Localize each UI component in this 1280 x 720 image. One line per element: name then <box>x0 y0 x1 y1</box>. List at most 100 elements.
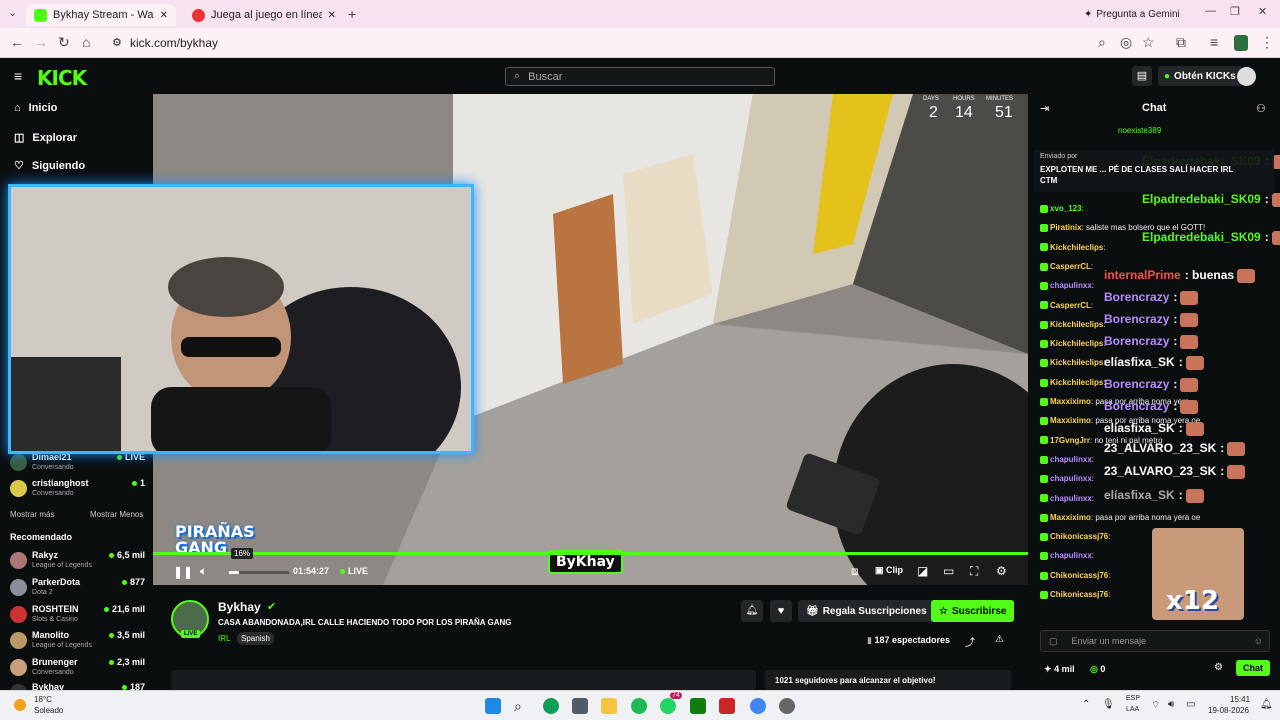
reading-list-icon[interactable]: ≡ <box>1210 34 1218 50</box>
recommended-channel[interactable]: ROSHTEIN Slots & Casino 21,6 mil <box>10 604 145 630</box>
chat-username[interactable]: chapulinxx <box>1050 551 1092 560</box>
clip-button[interactable]: ▣ Clip <box>875 565 903 576</box>
profile-icon[interactable] <box>1234 35 1248 51</box>
settings-app-icon[interactable] <box>779 698 795 714</box>
notification-bell-icon[interactable]: 🔔︎ <box>741 600 763 622</box>
eye-off-icon[interactable]: ◎ <box>1120 34 1132 51</box>
chat-username[interactable]: xvo_123 <box>1050 204 1082 213</box>
snipping-icon[interactable] <box>719 698 735 714</box>
clock-time[interactable]: 15:41 <box>1230 695 1250 704</box>
chat-username[interactable]: Piratinix <box>1050 223 1082 232</box>
chat-username[interactable]: Chikonicassj76 <box>1050 571 1108 580</box>
chat-username[interactable]: Kickchileclips <box>1050 339 1103 348</box>
chat-username[interactable]: Kickchileclips <box>1050 358 1103 367</box>
fullscreen-icon[interactable]: ⛶ <box>970 564 978 579</box>
xbox-icon[interactable] <box>690 698 706 714</box>
chrome-icon[interactable] <box>750 698 766 714</box>
menu-dots-icon[interactable]: ⋮ <box>1260 34 1274 51</box>
edge-icon[interactable] <box>543 698 559 714</box>
chat-message-input[interactable]: ▢ Enviar un mensaje ☺ <box>1040 630 1270 652</box>
tab-kick[interactable]: Bykhay Stream - Watch Live ✕ <box>26 4 176 26</box>
network-icon[interactable]: ⌔ <box>1151 699 1160 712</box>
miniplayer-icon[interactable]: ⧈ <box>851 564 859 579</box>
site-info-icon[interactable]: ⚙ <box>112 36 122 49</box>
following-channel[interactable]: cristianghost Conversando 1 <box>10 478 145 504</box>
sidebar-item-inicio[interactable]: ⌂ Inicio <box>14 102 57 114</box>
chat-username[interactable]: Kickchileclips <box>1050 243 1103 252</box>
speaker-icon[interactable]: 🔊︎ <box>1168 699 1174 710</box>
gift-subs-button[interactable]: 🎁︎ Regala Suscripciones <box>798 600 935 622</box>
zoom-icon[interactable]: ⌕ <box>1098 34 1106 51</box>
language-tag[interactable]: Spanish <box>237 632 274 645</box>
tray-chevron-icon[interactable]: ⌃ <box>1082 699 1090 710</box>
chat-username[interactable]: CasperrCL <box>1050 262 1091 271</box>
store-icon[interactable] <box>572 698 588 714</box>
quality-icon[interactable]: ◪ <box>917 564 928 578</box>
forward-icon[interactable]: → <box>34 34 48 50</box>
star-icon[interactable]: ☆ <box>1142 34 1155 51</box>
volume-icon[interactable]: 🔈︎ <box>200 564 207 579</box>
settings-icon[interactable]: ⚙ <box>996 564 1007 578</box>
sidebar-item-siguiendo[interactable]: ♡ Siguiendo <box>14 159 85 173</box>
recommended-channel[interactable]: Brunenger Conversando 2,3 mil <box>10 657 145 683</box>
stream-category[interactable]: IRL <box>218 634 230 643</box>
recommended-channel[interactable]: Manolito League of Legends 3,5 mil <box>10 630 145 656</box>
send-chat-button[interactable]: Chat <box>1236 660 1270 676</box>
extensions-icon[interactable]: ⧉ <box>1176 34 1186 51</box>
home-icon[interactable]: ⌂ <box>82 34 90 50</box>
share-icon[interactable]: ⤴ <box>965 634 975 649</box>
follow-heart-icon[interactable]: ♥ <box>770 600 792 622</box>
whatsapp-icon[interactable] <box>660 698 676 714</box>
chat-username[interactable]: CasperrCL <box>1050 301 1091 310</box>
microphone-icon[interactable]: 🎙︎ <box>1102 699 1115 710</box>
subscribe-button[interactable]: ☆ Suscribirse <box>931 600 1015 622</box>
report-icon[interactable]: ⚠ <box>995 634 1004 645</box>
recommended-channel[interactable]: ParkerDota Dota 2 877 <box>10 577 145 603</box>
minimize-icon[interactable]: — <box>1205 5 1216 17</box>
recommended-channel[interactable]: Rakyz League of Legends 6,5 mil <box>10 550 145 576</box>
gemini-button[interactable]: ✦ Pregunta a Gemini <box>1076 5 1188 23</box>
tab-game[interactable]: Juega al juego en línea Big Bas... ✕ <box>184 4 344 26</box>
hamburger-icon[interactable]: ≡ <box>14 68 22 84</box>
chat-username[interactable]: Maxxiximo <box>1050 397 1091 406</box>
emoji-icon[interactable]: ☺ <box>1254 636 1263 646</box>
pause-icon[interactable]: ❚❚ <box>173 565 193 579</box>
tab-list-icon[interactable]: ⌄ <box>8 6 17 19</box>
search-icon[interactable]: ⌕ <box>514 698 530 714</box>
chat-username[interactable]: Kickchileclips <box>1050 378 1103 387</box>
folder-icon[interactable] <box>601 698 617 714</box>
notifications-icon[interactable]: 🔔︎ <box>1260 699 1273 710</box>
show-less-link[interactable]: Mostrar Menos <box>90 510 143 519</box>
get-kicks-button[interactable]: ● Obtén KICKs <box>1158 66 1242 86</box>
following-channel[interactable]: Dimael21 Conversando LIVE <box>10 452 145 478</box>
close-icon[interactable]: ✕ <box>328 10 336 21</box>
streamer-name[interactable]: Bykhay <box>218 600 261 614</box>
back-icon[interactable]: ← <box>10 34 24 50</box>
chat-username[interactable]: Maxxiximo <box>1050 416 1091 425</box>
theater-icon[interactable]: ▭ <box>943 564 954 578</box>
chat-username[interactable]: chapulinxx <box>1050 281 1092 290</box>
kick-logo[interactable]: KICK <box>37 66 87 90</box>
language-indicator[interactable]: ESP <box>1126 695 1140 702</box>
collapse-chat-icon[interactable]: ⇥ <box>1040 102 1049 115</box>
url-field[interactable]: ⚙ kick.com/bykhay <box>104 32 1164 54</box>
sidebar-item-explorar[interactable]: ◫ Explorar <box>14 131 77 145</box>
close-window-icon[interactable]: ✕ <box>1258 5 1267 18</box>
chat-username[interactable]: Chikonicassj76 <box>1050 590 1108 599</box>
reload-icon[interactable]: ↻ <box>58 34 70 51</box>
user-avatar[interactable] <box>1237 67 1256 86</box>
chat-username[interactable]: 17GvngJrr <box>1050 436 1090 445</box>
windows-start-icon[interactable] <box>485 698 501 714</box>
layout-icon[interactable]: ▤ <box>1132 66 1152 86</box>
recommended-channel[interactable]: Bykhay 187 <box>10 682 145 690</box>
chat-username[interactable]: Chikonicassj76 <box>1050 532 1108 541</box>
maximize-icon[interactable]: ❐ <box>1230 5 1240 18</box>
chat-username[interactable]: chapulinxx <box>1050 474 1092 483</box>
close-icon[interactable]: ✕ <box>160 10 168 21</box>
chat-username[interactable]: chapulinxx <box>1050 455 1092 464</box>
volume-slider[interactable] <box>229 571 289 574</box>
chat-users-icon[interactable]: ⚇ <box>1256 102 1266 115</box>
battery-icon[interactable]: ▭ <box>1186 699 1195 710</box>
chat-username[interactable]: Maxxiximo <box>1050 513 1091 522</box>
chat-settings-icon[interactable]: ⚙ <box>1214 662 1223 673</box>
